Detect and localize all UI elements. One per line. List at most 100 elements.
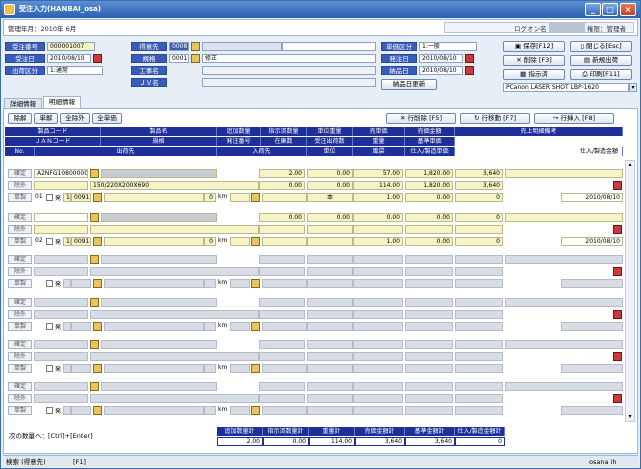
add-qty-field[interactable] xyxy=(259,255,305,264)
ship-to-qty[interactable] xyxy=(204,364,216,373)
instructed-field[interactable] xyxy=(307,340,353,349)
cost-price-field[interactable] xyxy=(405,279,453,288)
unit-price-button[interactable]: 単製 xyxy=(8,364,32,373)
spec-field[interactable]: 150/220X200X690 xyxy=(90,181,259,190)
exclude-button[interactable]: 除外 xyxy=(8,267,32,276)
base-amount-field[interactable]: 3,640 xyxy=(455,181,503,190)
base-amount-field[interactable] xyxy=(455,352,503,361)
jan-field[interactable] xyxy=(34,267,88,276)
ship-to-qty[interactable] xyxy=(204,406,216,415)
exclude-button[interactable]: 除外 xyxy=(8,394,32,403)
folder-icon[interactable] xyxy=(251,193,260,202)
spec-field[interactable] xyxy=(90,352,259,361)
release-button[interactable]: 除解 xyxy=(8,113,32,124)
tab-detail[interactable]: 詳細情報 xyxy=(4,98,42,108)
unit-price-button[interactable]: 単製 xyxy=(8,193,32,202)
unit-field[interactable] xyxy=(307,406,353,415)
calendar-icon[interactable] xyxy=(465,66,474,75)
confirm-button[interactable]: 確定 xyxy=(8,382,32,391)
sell-amount-field[interactable] xyxy=(455,298,503,307)
ordered-field[interactable] xyxy=(307,267,353,276)
qty-code-field[interactable]: 1 xyxy=(63,237,71,246)
folder-icon[interactable] xyxy=(90,340,99,349)
folder-icon[interactable] xyxy=(90,298,99,307)
receive-field[interactable] xyxy=(262,279,307,288)
scroll-down-icon[interactable]: ▾ xyxy=(626,413,634,421)
code2-field[interactable] xyxy=(71,322,91,331)
instruct-button[interactable]: ▦ 指示済 xyxy=(503,69,565,80)
unit-field[interactable] xyxy=(307,364,353,373)
sell-price-field[interactable]: 0.00 xyxy=(405,213,453,222)
save-button[interactable]: ▣ 保存[F12] xyxy=(503,41,565,52)
add-qty-field[interactable]: 2.00 xyxy=(259,169,305,178)
unit-weight-field[interactable]: 57.00 xyxy=(353,169,403,178)
checkbox[interactable] xyxy=(46,407,53,414)
sell-price-field[interactable] xyxy=(405,298,453,307)
tab-line[interactable]: 明細情報 xyxy=(43,96,81,108)
delivery-date-field[interactable]: 2010/08/10 xyxy=(561,237,623,246)
cost-price-field[interactable]: 0.00 xyxy=(405,237,453,246)
unit-weight-field[interactable] xyxy=(353,382,403,391)
base-price-field[interactable]: 1,820.00 xyxy=(405,181,453,190)
calendar-icon[interactable] xyxy=(613,267,622,276)
base-price-field[interactable] xyxy=(405,225,453,234)
spec-field[interactable] xyxy=(90,310,259,319)
cost-amount-field[interactable]: 0 xyxy=(455,237,503,246)
cost-amount-field[interactable] xyxy=(455,406,503,415)
cost-price-field[interactable]: 0.00 xyxy=(405,193,453,202)
sell-amount-field[interactable] xyxy=(455,255,503,264)
confirm-button[interactable]: 確定 xyxy=(8,298,32,307)
sell-price-field[interactable] xyxy=(405,340,453,349)
stock-field[interactable] xyxy=(259,352,305,361)
standard-name-field[interactable]: 修正 xyxy=(202,54,376,63)
product-name-field[interactable] xyxy=(101,169,217,178)
order-date-field[interactable]: 2010/08/10 xyxy=(47,54,91,63)
ordered-field[interactable] xyxy=(307,225,353,234)
unit-weight-field[interactable] xyxy=(353,298,403,307)
delivery-update-button[interactable]: 納品日更新 xyxy=(381,79,437,90)
sell-price-field[interactable] xyxy=(405,382,453,391)
jan-field[interactable] xyxy=(34,310,88,319)
spec-field[interactable] xyxy=(90,225,259,234)
stock-field[interactable] xyxy=(259,225,305,234)
ship-to-field[interactable] xyxy=(104,406,204,415)
instructed-field[interactable] xyxy=(307,255,353,264)
remark-field[interactable] xyxy=(505,298,623,307)
checkbox[interactable] xyxy=(46,365,53,372)
base-amount-field[interactable] xyxy=(455,394,503,403)
jan-field[interactable] xyxy=(34,352,88,361)
exclude-button[interactable]: 除外 xyxy=(8,181,32,190)
receive-field[interactable] xyxy=(262,322,307,331)
sell-amount-field[interactable] xyxy=(455,382,503,391)
exclude-button[interactable]: 除外 xyxy=(8,310,32,319)
weight-field[interactable] xyxy=(353,394,403,403)
unit-weight-field[interactable] xyxy=(353,255,403,264)
folder-icon[interactable] xyxy=(251,237,260,246)
row-insert-button[interactable]: ↪ 行挿入 [F8] xyxy=(534,113,614,124)
ship-to-field[interactable] xyxy=(104,322,204,331)
all-price-button[interactable]: 全単価 xyxy=(92,113,122,124)
scroll-up-icon[interactable]: ▴ xyxy=(626,161,634,169)
confirm-button[interactable]: 確定 xyxy=(8,255,32,264)
close-button[interactable]: ▯ 閉じる[Esc] xyxy=(570,41,632,52)
qty-code-field[interactable] xyxy=(63,279,71,288)
exclude-button[interactable]: 除外 xyxy=(8,225,32,234)
weight-field[interactable] xyxy=(353,267,403,276)
folder-icon[interactable] xyxy=(251,406,260,415)
ship-to-qty[interactable]: 0 xyxy=(204,237,216,246)
confirm-button[interactable]: 確定 xyxy=(8,213,32,222)
sell-price-field[interactable]: 1,820.00 xyxy=(405,169,453,178)
unit-field[interactable] xyxy=(307,322,353,331)
weight-field[interactable] xyxy=(353,310,403,319)
product-name-field[interactable] xyxy=(101,340,217,349)
unit-weight-field[interactable]: 0.00 xyxy=(353,213,403,222)
folder-icon[interactable] xyxy=(191,42,200,51)
minimize-button[interactable]: _ xyxy=(585,3,601,16)
unit-weight-field[interactable] xyxy=(353,340,403,349)
delivery-date-field[interactable]: 2010/08/10 xyxy=(561,193,623,202)
unit-price-button[interactable]: 単製 xyxy=(8,406,32,415)
confirm-button[interactable]: 確定 xyxy=(8,169,32,178)
delivery-date-field[interactable]: 2010/08/10 xyxy=(419,66,463,75)
release-all-button[interactable]: 全除外 xyxy=(60,113,90,124)
cost-price-field[interactable] xyxy=(405,406,453,415)
